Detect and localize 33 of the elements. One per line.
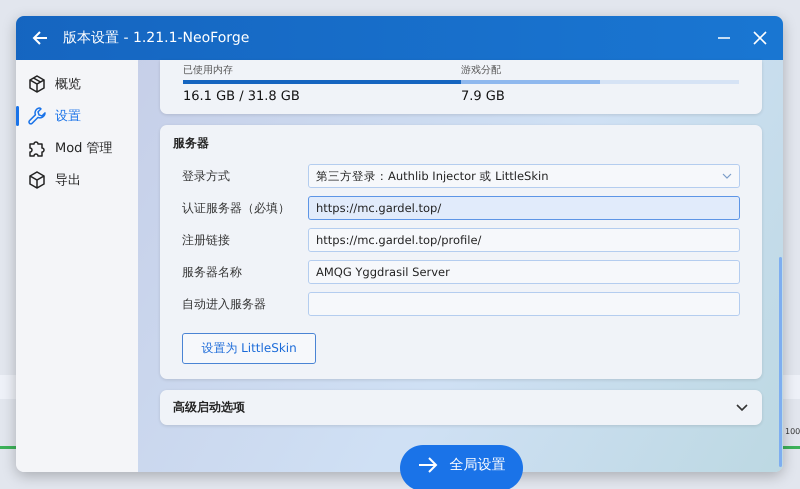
box-icon [27, 170, 47, 190]
window-title: 版本设置 - 1.21.1-NeoForge [63, 29, 250, 47]
cube-icon [27, 74, 47, 94]
input-field[interactable]: AMQG Yggdrasil Server [308, 260, 740, 284]
chevron-down-icon [736, 404, 748, 412]
sidebar-item[interactable]: 导出 [16, 166, 138, 194]
section-title: 高级启动选项 [173, 399, 245, 416]
sidebar-item[interactable]: 概览 [16, 70, 138, 98]
sidebar-item[interactable]: 设置 [16, 102, 138, 130]
close-icon[interactable] [753, 31, 767, 45]
global-settings-button[interactable]: 全局设置 [400, 445, 523, 489]
input-field[interactable] [308, 292, 740, 316]
arrow-right-icon [418, 456, 438, 472]
background-text: 100 [785, 427, 800, 436]
section-title: 服务器 [173, 135, 210, 152]
used-memory-label: 已使用内存 [183, 64, 234, 77]
field-label: 认证服务器（必填） [182, 200, 291, 216]
chevron-down-icon [722, 173, 732, 179]
wrench-icon [27, 106, 47, 126]
field-label: 注册链接 [182, 232, 231, 248]
used-memory-value: 16.1 GB / 31.8 GB [183, 89, 301, 104]
input-field[interactable]: https://mc.gardel.top/profile/ [308, 228, 740, 252]
sidebar-item[interactable]: Mod 管理 [16, 134, 138, 162]
set-littleskin-button[interactable]: 设置为 LittleSkin [182, 333, 316, 364]
field-label: 自动进入服务器 [182, 296, 267, 312]
advanced-options-header[interactable]: 高级启动选项 [160, 390, 762, 425]
field-label: 服务器名称 [182, 264, 243, 280]
input-field[interactable]: https://mc.gardel.top/ [308, 196, 740, 220]
login-method-dropdown[interactable]: 第三方登录：Authlib Injector 或 LittleSkin [308, 164, 740, 188]
game-allocation-label: 游戏分配 [461, 64, 501, 77]
back-icon[interactable] [31, 29, 49, 47]
game-allocation-value: 7.9 GB [461, 89, 505, 104]
field-label: 登录方式 [182, 168, 231, 184]
